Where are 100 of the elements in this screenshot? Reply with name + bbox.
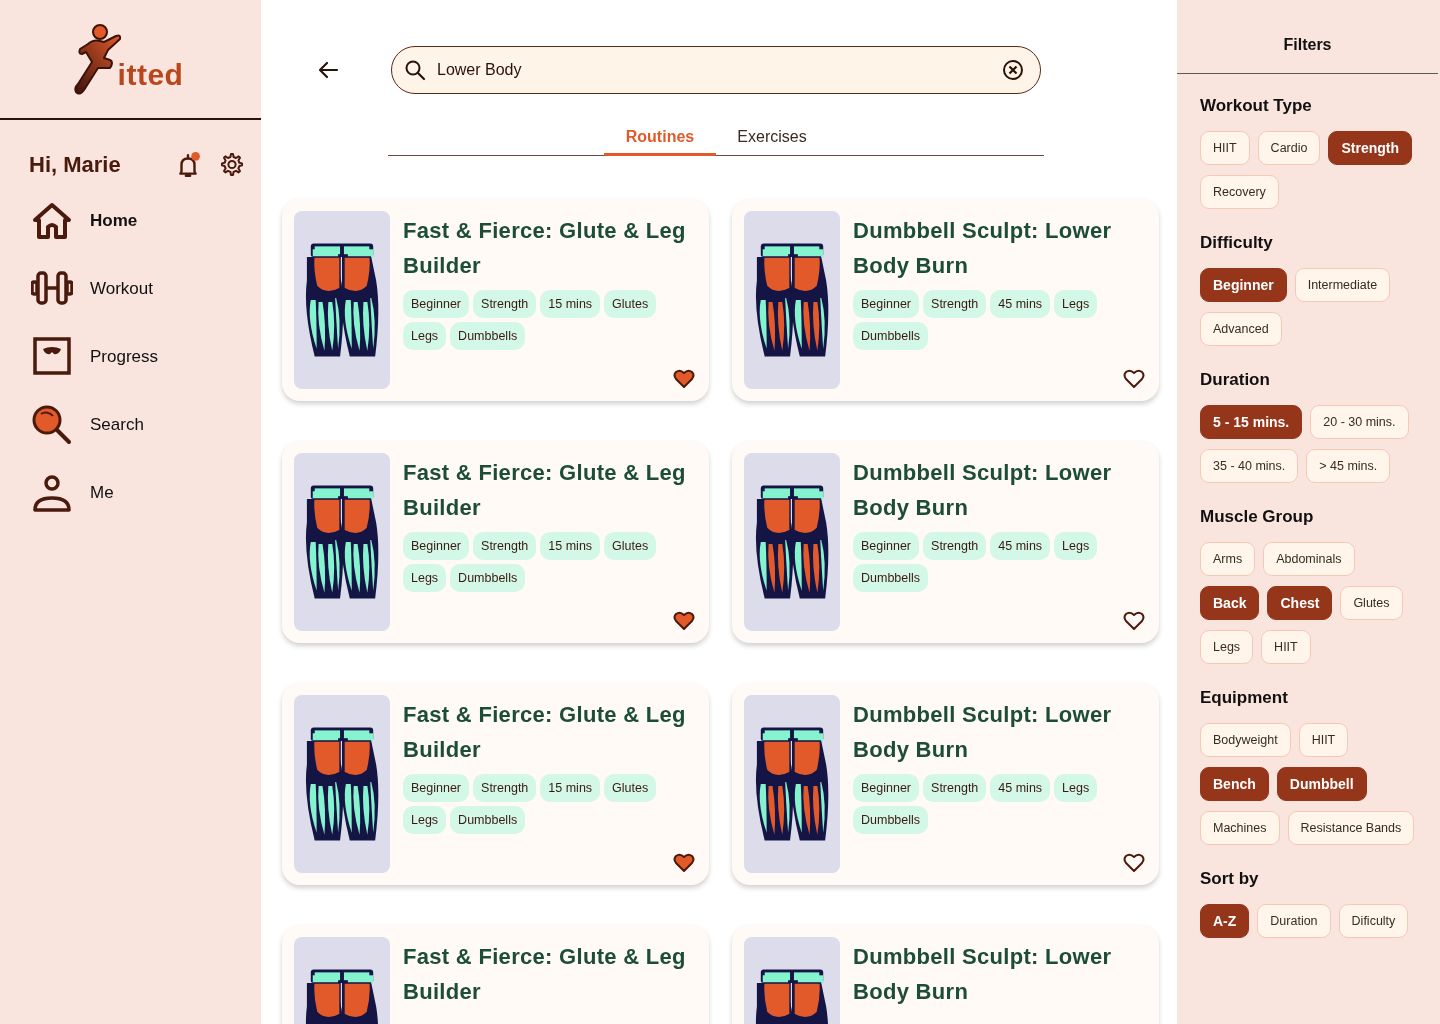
filter-chip[interactable]: Bench [1200,767,1269,801]
tag: 15 mins [540,532,601,560]
search-input[interactable]: Lower Body [435,60,993,80]
tab[interactable]: Exercises [716,124,828,156]
search-field[interactable]: Lower Body [391,46,1041,94]
filter-chip[interactable]: HIIT [1200,131,1250,165]
filter-chip[interactable]: Recovery [1200,175,1279,209]
heart-icon[interactable] [1123,610,1145,631]
section-heading: Sort by [1200,869,1260,889]
tag: Glutes [604,774,657,802]
filter-chip[interactable]: Chest [1267,586,1333,620]
settings-icon[interactable] [219,152,245,178]
logo-text: itted [117,58,184,92]
clear-icon[interactable] [1002,59,1024,81]
filter-chip[interactable]: Legs [1200,630,1254,664]
tag: Dumbbells [450,322,526,350]
nav-item[interactable]: Home [31,200,138,242]
filter-chip[interactable]: HIIT [1261,630,1311,664]
section-heading: Workout Type [1200,96,1313,116]
tag: Dumbbells [450,806,526,834]
heart-icon[interactable] [673,610,695,631]
routine-title: Fast & Fierce: Glute & Leg Builder [403,217,687,280]
filter-chip[interactable]: Resistance Bands [1287,811,1415,845]
heart-icon[interactable] [673,368,695,389]
section-heading: Equipment [1200,688,1289,708]
routine-title: Fast & Fierce: Glute & Leg Builder [403,943,687,1006]
filter-chip[interactable]: Dificulty [1338,904,1409,938]
home-icon [31,200,73,242]
routine-card[interactable]: Dumbbell Sculpt: Lower Body Burn Beginner Strength 45 mins Legs Dumbbells [732,199,1159,401]
magnifier-icon [31,404,73,446]
heart-icon[interactable] [1123,852,1145,873]
filter-chip[interactable]: Duration [1257,904,1331,938]
tag: Beginner [853,290,920,318]
nav-item[interactable]: Search [31,404,144,446]
tag: 15 mins [540,774,601,802]
filter-chip[interactable]: Beginner [1200,268,1287,302]
filter-chip[interactable]: 5 - 15 mins. [1200,405,1303,439]
search-icon [404,59,426,81]
tag: Beginner [403,532,470,560]
tag: Beginner [853,532,920,560]
routine-title: Dumbbell Sculpt: Lower Body Burn [853,459,1113,522]
person-icon [31,472,73,514]
tag: Glutes [604,532,657,560]
heart-icon[interactable] [673,852,695,873]
tag: 45 mins [990,532,1051,560]
tag: Legs [1054,290,1098,318]
heart-icon[interactable] [1123,368,1145,389]
section-heading: Muscle Group [1200,507,1315,527]
routine-card[interactable]: Fast & Fierce: Glute & Leg Builder Beginner Strength 15 mins Glutes Legs Dumbbells [282,441,709,643]
filter-chip[interactable]: Abdominals [1263,542,1355,576]
filter-chip[interactable]: Cardio [1257,131,1321,165]
tag: Beginner [403,290,470,318]
tag: Legs [403,564,447,592]
tag: Dumbbells [853,806,929,834]
nav-item[interactable]: Progress [31,336,159,378]
section-heading: Duration [1200,370,1271,390]
filter-chip[interactable]: Dumbbell [1276,767,1367,801]
tag: Strength [473,532,537,560]
tag: Strength [923,290,987,318]
routine-card[interactable]: Fast & Fierce: Glute & Leg Builder Beginner Strength 15 mins Glutes Legs Dumbbells [282,199,709,401]
filter-chip[interactable]: Advanced [1200,312,1282,346]
filter-chip[interactable]: A-Z [1200,904,1250,938]
tag: Strength [473,774,537,802]
routine-card[interactable]: Fast & Fierce: Glute & Leg Builder Beginner Strength 15 mins Glutes Legs Dumbbells [282,683,709,885]
filter-chip[interactable]: > 45 mins. [1306,449,1391,483]
routine-card[interactable]: Fast & Fierce: Glute & Leg Builder [282,925,709,1024]
tag: Glutes [604,290,657,318]
filter-chip[interactable]: HIIT [1298,723,1349,757]
routine-card[interactable]: Dumbbell Sculpt: Lower Body Burn Beginner Strength 45 mins Legs Dumbbells [732,683,1159,885]
tab[interactable]: Routines [604,124,716,156]
tag: 15 mins [540,290,601,318]
tag: Strength [473,290,537,318]
filter-chip[interactable]: Back [1200,586,1260,620]
nav-item[interactable]: Workout [31,268,153,310]
tag: 45 mins [990,774,1051,802]
tag: Dumbbells [853,564,929,592]
panel-title: Filters [1283,34,1332,54]
filter-chip[interactable]: Arms [1200,542,1256,576]
tag: Beginner [403,774,470,802]
routine-card[interactable]: Dumbbell Sculpt: Lower Body Burn Beginner Strength 45 mins Legs Dumbbells [732,441,1159,643]
routine-title: Fast & Fierce: Glute & Leg Builder [403,459,687,522]
filter-chip[interactable]: Intermediate [1294,268,1391,302]
back-button[interactable] [317,59,339,81]
routine-title: Fast & Fierce: Glute & Leg Builder [403,701,687,764]
filter-chip[interactable]: 35 - 40 mins. [1200,449,1299,483]
scale-icon [31,336,73,378]
tag: Strength [923,532,987,560]
section-heading: Difficulty [1200,233,1274,253]
tag: Legs [1054,774,1098,802]
filter-chip[interactable]: 20 - 30 mins. [1310,405,1409,439]
greeting: Hi, Marie [29,152,122,178]
tag: Dumbbells [853,322,929,350]
routine-card[interactable]: Dumbbell Sculpt: Lower Body Burn [732,925,1159,1024]
routine-title: Dumbbell Sculpt: Lower Body Burn [853,217,1113,280]
filter-chip[interactable]: Glutes [1340,586,1403,620]
filter-chip[interactable]: Bodyweight [1200,723,1291,757]
tag: Legs [1054,532,1098,560]
filter-chip[interactable]: Strength [1328,131,1412,165]
nav-item[interactable]: Me [31,472,114,514]
filter-chip[interactable]: Machines [1200,811,1280,845]
